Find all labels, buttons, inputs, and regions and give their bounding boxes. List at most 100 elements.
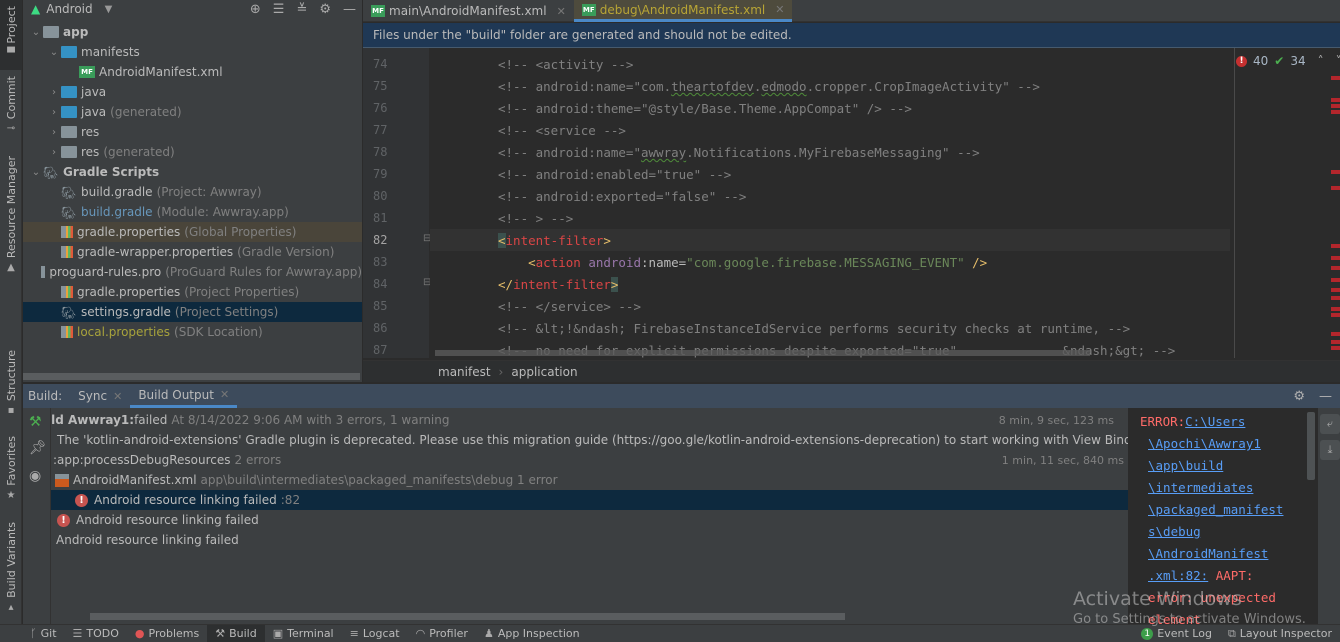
editor-tab-main-manifest[interactable]: MF main\AndroidManifest.xml ✕ [363, 0, 574, 22]
build-result-row[interactable]: ild Awwray1: failed At 8/14/2022 9:06 AM… [51, 410, 1124, 430]
view-selector[interactable]: Android [46, 2, 92, 16]
file-link[interactable]: \intermediates [1148, 480, 1253, 495]
tree-item[interactable]: › res (generated) [23, 142, 362, 162]
code-line[interactable]: <!-- > --> [498, 211, 573, 226]
file-row[interactable]: AndroidManifest.xml app\build\intermedia… [55, 470, 1128, 490]
code-line[interactable]: <!-- android:theme="@style/Base.Theme.Ap… [498, 101, 912, 116]
inspection-widget[interactable]: ! 40 ✔ 34 ˄ ˅ [1236, 54, 1340, 68]
console-vertical-scrollbar[interactable] [1307, 412, 1315, 480]
tree-item[interactable]: › java [23, 82, 362, 102]
close-icon[interactable]: ✕ [113, 390, 122, 403]
file-link[interactable]: C:\Users [1185, 414, 1245, 429]
task-row[interactable]: :app:processDebugResources 2 errors 1 mi… [53, 450, 1128, 470]
locate-icon[interactable]: ⊕ [250, 2, 261, 17]
tree-item[interactable]: local.properties (SDK Location) [23, 322, 362, 342]
editor-horizontal-scrollbar[interactable] [435, 350, 1090, 356]
error-stripe-mark[interactable] [1331, 110, 1340, 114]
expand-all-icon[interactable]: ☰ [273, 2, 285, 17]
breadcrumb-item[interactable]: application [511, 365, 577, 379]
breadcrumb-item[interactable]: manifest [438, 365, 491, 379]
error-stripe-mark[interactable] [1331, 186, 1340, 190]
tree-item[interactable]: 🐘︎ build.gradle (Module: Awwray.app) [23, 202, 362, 222]
chevron-down-icon[interactable]: ⌄ [47, 47, 61, 58]
build-tab-build-output[interactable]: Build Output ✕ [130, 384, 238, 408]
build-horizontal-scrollbar[interactable] [90, 613, 845, 620]
tree-item[interactable]: › java (generated) [23, 102, 362, 122]
code-line[interactable]: <action android:name="com.google.firebas… [498, 255, 987, 270]
chevron-right-icon[interactable]: › [47, 87, 61, 98]
chevron-right-icon[interactable]: › [47, 147, 61, 158]
minimize-icon[interactable]: — [1319, 389, 1332, 404]
error-stripe-mark[interactable] [1331, 98, 1340, 102]
tree-item[interactable]: gradle-wrapper.properties (Gradle Version… [23, 242, 362, 262]
scroll-to-end-icon[interactable]: ⤓ [1320, 440, 1340, 460]
tree-item[interactable]: ⌄ manifests [23, 42, 362, 62]
error-row-selected[interactable]: ! Android resource linking failed :82 [51, 490, 1128, 510]
error-stripe-mark[interactable] [1331, 76, 1340, 80]
code-line[interactable]: <!-- <activity --> [498, 57, 633, 72]
code-line[interactable]: </intent-filter> [498, 277, 619, 292]
status-tab-git[interactable]: ᚴ Git [22, 625, 65, 642]
status-tab-app-inspection[interactable]: ♟ App Inspection [476, 625, 588, 642]
error-stripe-mark[interactable] [1331, 340, 1340, 344]
code-line[interactable]: <!-- android:exported="false" --> [498, 189, 746, 204]
code-line[interactable]: <!-- &lt;!&ndash; FirebaseInstanceIdServ… [498, 321, 1130, 336]
error-stripe-mark[interactable] [1331, 288, 1340, 292]
minimize-icon[interactable]: — [343, 2, 356, 17]
tree-item[interactable]: 🐘︎ build.gradle (Project: Awwray) [23, 182, 362, 202]
code-line[interactable]: <!-- android:enabled="true" --> [498, 167, 731, 182]
eye-icon[interactable]: ◉ [29, 468, 41, 484]
close-icon[interactable]: ✕ [557, 5, 566, 18]
status-tab-todo[interactable]: ☰ TODO [65, 625, 127, 642]
file-link[interactable]: \Apochi\Awwray1 [1148, 436, 1261, 451]
tree-item[interactable]: MF AndroidManifest.xml [23, 62, 362, 82]
error-stripe-mark[interactable] [1331, 296, 1340, 300]
chevron-down-icon[interactable]: ⌄ [29, 27, 43, 38]
chevron-down-icon[interactable]: ⌄ [29, 167, 43, 178]
tool-tab-project[interactable]: Project ▀ [0, 0, 22, 70]
code-editor[interactable]: <!-- <activity --> <!-- android:name="com… [430, 48, 1230, 358]
code-line[interactable]: <!-- android:name="com.theartofdev.edmod… [498, 79, 1040, 94]
error-stripe-mark[interactable] [1331, 170, 1340, 174]
editor-tab-debug-manifest[interactable]: MF debug\AndroidManifest.xml ✕ [573, 0, 793, 22]
status-tab-problems[interactable]: ● Problems [127, 625, 207, 642]
tree-item[interactable]: proguard-rules.pro (ProGuard Rules for Aw… [23, 262, 362, 282]
tool-tab-build-variants[interactable]: Build Variants ▴ [0, 522, 22, 613]
tree-item[interactable]: gradle.properties (Project Properties) [23, 282, 362, 302]
code-line[interactable]: <!-- <service --> [498, 123, 626, 138]
error-stripe-mark[interactable] [1331, 307, 1340, 311]
tree-item[interactable]: gradle.properties (Global Properties) [23, 222, 362, 242]
tree-item[interactable]: › res [23, 122, 362, 142]
status-tab-logcat[interactable]: ≡ Logcat [342, 625, 408, 642]
error-row[interactable]: ! Android resource linking failed [57, 510, 1128, 530]
error-stripe-mark[interactable] [1331, 256, 1340, 260]
tree-item[interactable]: ⌄ 🐘︎ Gradle Scripts [23, 162, 362, 182]
pin-icon[interactable]: 📌︎ [29, 440, 47, 456]
error-stripe-mark[interactable] [1331, 266, 1340, 270]
event-log-button[interactable]: 1 Event Log [1133, 625, 1220, 642]
previous-highlight-icon[interactable]: ˄ [1318, 54, 1324, 68]
next-highlight-icon[interactable]: ˅ [1336, 54, 1340, 68]
file-link[interactable]: \app\build [1148, 458, 1223, 473]
status-tab-build[interactable]: ⚒ Build [207, 624, 265, 642]
tree-item[interactable]: ⌄ app [23, 22, 362, 42]
build-console[interactable]: ERROR:C:\Users \Apochi\Awwray1 \app\build \… [1129, 408, 1318, 624]
soft-wrap-icon[interactable]: ⤶ [1320, 414, 1340, 434]
tool-tab-structure[interactable]: Structure ▪ [0, 350, 22, 416]
error-stripe-mark[interactable] [1331, 332, 1340, 336]
error-stripe-mark[interactable] [1331, 244, 1340, 248]
error-stripe-mark[interactable] [1331, 104, 1340, 108]
gear-icon[interactable]: ⚙ [1293, 389, 1305, 404]
code-line[interactable]: <!-- </service> --> [498, 299, 641, 314]
file-link[interactable]: .xml:82: [1148, 568, 1208, 583]
warning-row[interactable]: The 'kotlin-android-extensions' Gradle p… [57, 430, 1128, 450]
chevron-right-icon[interactable]: › [47, 107, 61, 118]
collapse-all-icon[interactable]: ≚ [296, 2, 307, 17]
status-tab-profiler[interactable]: ◠ Profiler [408, 625, 476, 642]
project-horizontal-scrollbar[interactable] [23, 373, 360, 380]
tool-tab-commit[interactable]: Commit ⊸ [0, 72, 22, 136]
tool-tab-resource-manager[interactable]: Resource Manager ▲ [0, 152, 22, 273]
file-link[interactable]: \packaged_manifest [1148, 502, 1283, 517]
error-stripe-mark[interactable] [1331, 278, 1340, 282]
close-icon[interactable]: ✕ [775, 3, 784, 16]
